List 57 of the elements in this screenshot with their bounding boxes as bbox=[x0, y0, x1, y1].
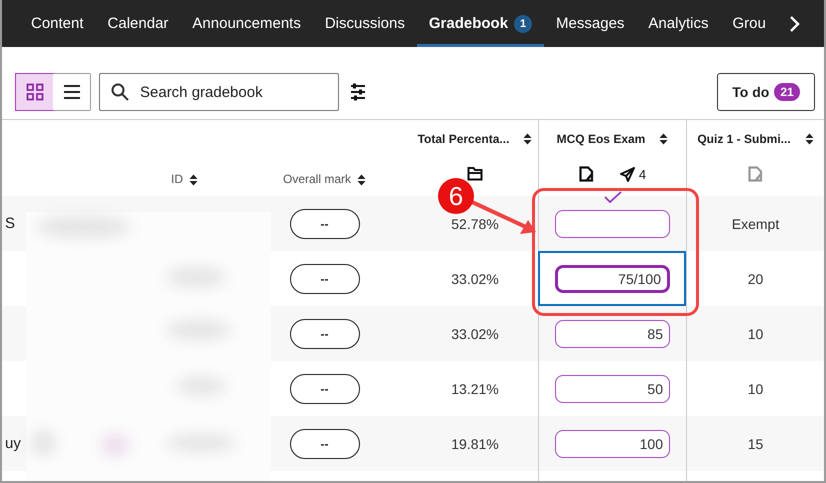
overall-mark-button[interactable]: -- bbox=[290, 264, 360, 294]
nav-tab[interactable]: Grou bbox=[720, 0, 769, 47]
nav-tab[interactable]: Gradebook 1 bbox=[416, 0, 544, 47]
chevron-right-icon[interactable] bbox=[789, 14, 801, 32]
to-do-button[interactable]: To do 21 bbox=[717, 73, 815, 111]
nav-tab[interactable]: Announcements bbox=[180, 0, 313, 47]
overall-mark-button[interactable]: -- bbox=[290, 428, 360, 458]
grade-input-field[interactable] bbox=[555, 210, 670, 238]
table-cell: Exempt bbox=[732, 216, 780, 232]
sort-icon[interactable] bbox=[357, 174, 366, 186]
grade-input-field[interactable]: 100 bbox=[555, 430, 670, 458]
search-field[interactable]: Search gradebook bbox=[99, 73, 339, 111]
column-header[interactable]: Quiz 1 - Submi... bbox=[697, 132, 791, 146]
paper-plane-icon bbox=[620, 166, 635, 182]
table-cell: 15 bbox=[748, 436, 764, 452]
grade-input-field[interactable]: 50 bbox=[555, 374, 670, 402]
table-cell: 13.21% bbox=[451, 380, 499, 396]
table-cell: 33.02% bbox=[451, 326, 499, 342]
nav-tab[interactable]: Messages bbox=[544, 0, 636, 47]
submission-count: 4 bbox=[638, 166, 646, 182]
search-icon bbox=[111, 83, 129, 101]
folder-icon bbox=[467, 166, 483, 181]
document-icon bbox=[578, 166, 594, 182]
nav-tab[interactable]: Analytics bbox=[636, 0, 720, 47]
overall-mark-button[interactable]: -- bbox=[290, 208, 360, 238]
nav-tab[interactable]: Content bbox=[19, 0, 96, 47]
grade-input-field[interactable]: 75/100 bbox=[555, 264, 670, 292]
overall-mark-button[interactable]: -- bbox=[290, 318, 360, 348]
column-header[interactable]: ID bbox=[171, 172, 183, 186]
table-cell: 20 bbox=[748, 270, 764, 286]
count-badge: 21 bbox=[774, 83, 800, 101]
filter-icon[interactable] bbox=[350, 82, 366, 102]
sort-icon[interactable] bbox=[189, 174, 198, 186]
table-cell: 19.81% bbox=[451, 436, 499, 452]
column-header[interactable]: Overall mark bbox=[282, 172, 351, 186]
list-view-button[interactable] bbox=[53, 74, 90, 110]
grade-input-field[interactable]: 85 bbox=[555, 320, 670, 348]
student-name: S bbox=[5, 215, 16, 232]
overall-mark-button[interactable]: -- bbox=[290, 374, 360, 404]
grid-view-button[interactable] bbox=[16, 74, 53, 110]
sort-icon[interactable] bbox=[523, 133, 532, 145]
count-badge: 1 bbox=[514, 14, 532, 32]
column-header[interactable]: MCQ Eos Exam bbox=[556, 132, 646, 146]
column-header[interactable]: Total Percenta... bbox=[418, 132, 510, 146]
sort-icon[interactable] bbox=[659, 133, 668, 145]
nav-tab[interactable]: Calendar bbox=[96, 0, 180, 47]
table-cell: 10 bbox=[748, 380, 764, 396]
grid-icon bbox=[26, 83, 44, 101]
document-icon bbox=[748, 166, 763, 182]
table-cell: 33.02% bbox=[451, 270, 499, 286]
table-cell: 52.78% bbox=[451, 216, 499, 232]
nav-tab[interactable]: Discussions bbox=[312, 0, 417, 47]
sort-icon[interactable] bbox=[804, 133, 814, 145]
table-cell: 10 bbox=[748, 326, 764, 342]
step-number-badge: 6 bbox=[438, 178, 474, 214]
student-name: uy bbox=[5, 435, 21, 452]
menu-icon bbox=[62, 84, 80, 100]
